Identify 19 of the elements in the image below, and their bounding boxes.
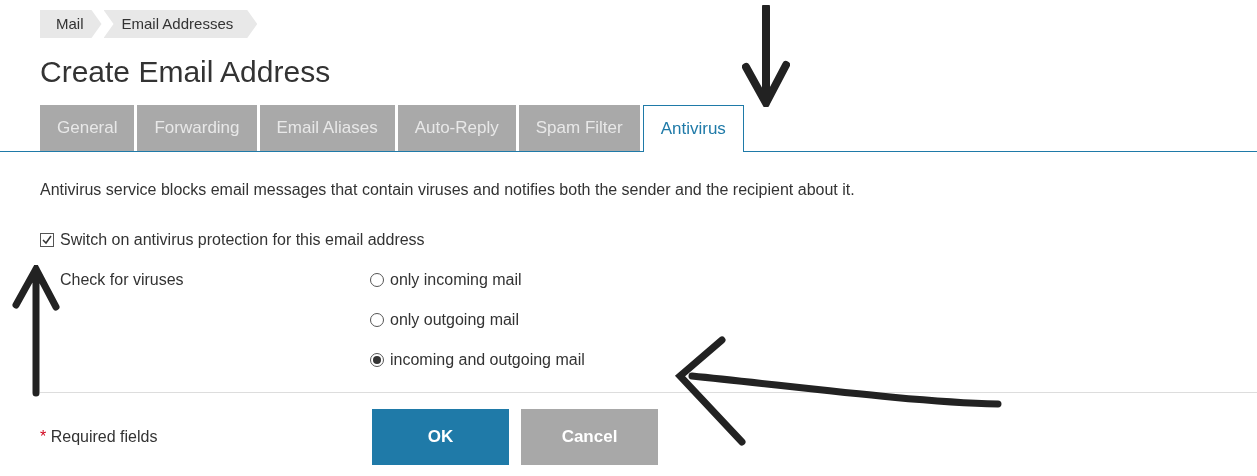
field-label: Check for viruses [60, 270, 185, 290]
breadcrumb-item[interactable]: Email Addresses [103, 10, 258, 38]
checkbox[interactable] [40, 233, 54, 247]
description-text: Antivirus service blocks email messages that contain viruses and notifies both the sender and the recipient about it. [39, 180, 856, 200]
tab[interactable]: Spam Filter [518, 105, 640, 151]
page-title: Create Email Address [39, 54, 332, 90]
checkbox-label: Switch on antivirus protection for this email address [60, 230, 425, 250]
cancel-button[interactable]: Cancel [521, 409, 658, 465]
tab[interactable]: Antivirus [642, 105, 744, 152]
radio-label: incoming and outgoing mail [390, 350, 585, 370]
ok-button[interactable]: OK [372, 409, 509, 465]
required-note: * Required fields [40, 427, 159, 447]
tab[interactable]: General [40, 105, 135, 151]
breadcrumb-item[interactable]: Mail [40, 10, 102, 38]
tab[interactable]: Email Aliases [259, 105, 395, 151]
tab[interactable]: Forwarding [137, 105, 257, 151]
tab[interactable]: Auto-Reply [397, 105, 516, 151]
radio-label: only outgoing mail [390, 310, 519, 330]
radio-label: only incoming mail [390, 270, 522, 290]
